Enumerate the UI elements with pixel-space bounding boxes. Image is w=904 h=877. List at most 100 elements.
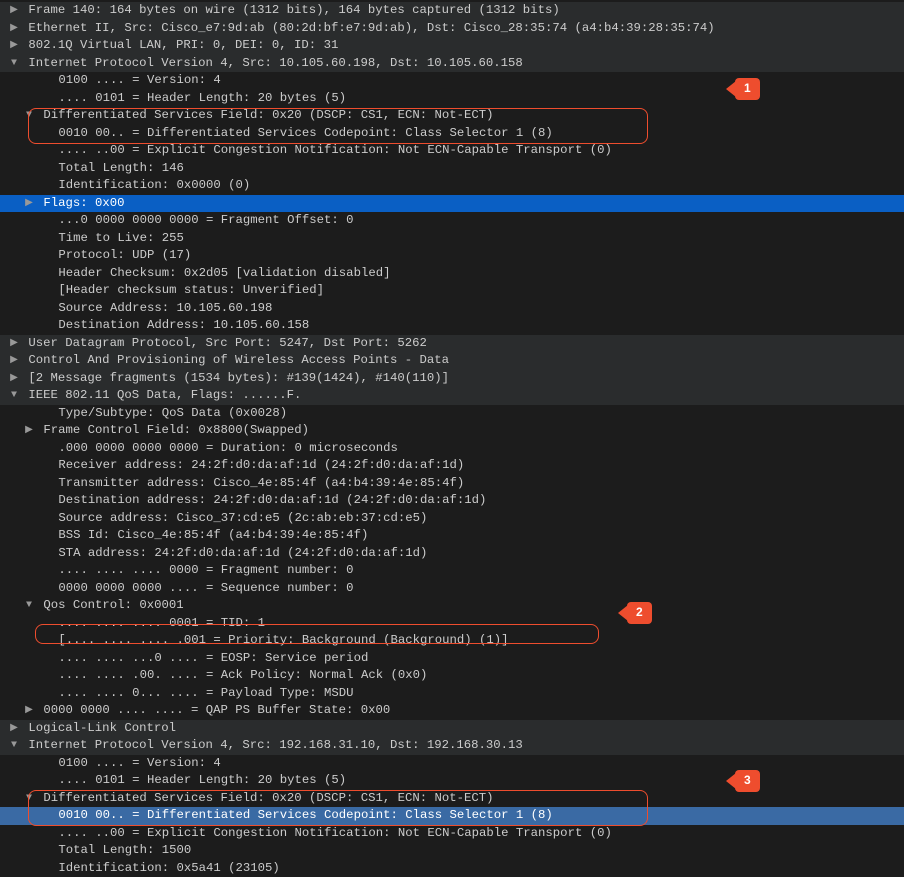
chevron-right-icon[interactable]: ▶ xyxy=(7,352,21,370)
tree-row[interactable]: ▼ IEEE 802.11 QoS Data, Flags: ......F. xyxy=(0,387,904,405)
chevron-right-icon[interactable]: ▶ xyxy=(7,37,21,55)
callout-3: 3 xyxy=(726,770,760,792)
tree-row-text: .... .... .00. .... = Ack Policy: Normal… xyxy=(58,668,427,682)
tree-row-text: .... ..00 = Explicit Congestion Notifica… xyxy=(58,143,611,157)
tree-row-text: Source Address: 10.105.60.198 xyxy=(58,301,272,315)
tree-row-text: 0010 00.. = Differentiated Services Code… xyxy=(58,126,552,140)
tree-row[interactable]: Transmitter address: Cisco_4e:85:4f (a4:… xyxy=(0,475,904,493)
tree-row[interactable]: Type/Subtype: QoS Data (0x0028) xyxy=(0,405,904,423)
tree-row[interactable]: Header Checksum: 0x2d05 [validation disa… xyxy=(0,265,904,283)
tree-row-text: ...0 0000 0000 0000 = Fragment Offset: 0 xyxy=(58,213,353,227)
tree-row[interactable]: BSS Id: Cisco_4e:85:4f (a4:b4:39:4e:85:4… xyxy=(0,527,904,545)
tree-row[interactable]: ▶ [2 Message fragments (1534 bytes): #13… xyxy=(0,370,904,388)
tree-row[interactable]: .... .... .... 0001 = TID: 1 xyxy=(0,615,904,633)
tree-row-text: Protocol: UDP (17) xyxy=(58,248,191,262)
tree-row[interactable]: ▶ Control And Provisioning of Wireless A… xyxy=(0,352,904,370)
tree-row[interactable]: ▶ 802.1Q Virtual LAN, PRI: 0, DEI: 0, ID… xyxy=(0,37,904,55)
tree-row[interactable]: .... 0101 = Header Length: 20 bytes (5) xyxy=(0,90,904,108)
chevron-right-icon[interactable]: ▶ xyxy=(7,720,21,738)
tree-row-text: STA address: 24:2f:d0:da:af:1d (24:2f:d0… xyxy=(58,546,427,560)
tree-row[interactable]: [Header checksum status: Unverified] xyxy=(0,282,904,300)
tree-row[interactable]: ▶ Ethernet II, Src: Cisco_e7:9d:ab (80:2… xyxy=(0,20,904,38)
tree-row-text: .... .... .... 0001 = TID: 1 xyxy=(58,616,265,630)
tree-row[interactable]: Receiver address: 24:2f:d0:da:af:1d (24:… xyxy=(0,457,904,475)
tree-row-text: Logical-Link Control xyxy=(28,721,176,735)
tree-row-text: Identification: 0x0000 (0) xyxy=(58,178,250,192)
chevron-down-icon[interactable]: ▼ xyxy=(22,597,36,615)
tree-row[interactable]: Destination Address: 10.105.60.158 xyxy=(0,317,904,335)
tree-row[interactable]: 0000 0000 0000 .... = Sequence number: 0 xyxy=(0,580,904,598)
tree-row[interactable]: Destination address: 24:2f:d0:da:af:1d (… xyxy=(0,492,904,510)
tree-row[interactable]: ▶ 0000 0000 .... .... = QAP PS Buffer St… xyxy=(0,702,904,720)
tree-row[interactable]: 0010 00.. = Differentiated Services Code… xyxy=(0,807,904,825)
tree-row[interactable]: .000 0000 0000 0000 = Duration: 0 micros… xyxy=(0,440,904,458)
tree-row[interactable]: Total Length: 146 xyxy=(0,160,904,178)
tree-row-text: Frame 140: 164 bytes on wire (1312 bits)… xyxy=(28,3,559,17)
tree-row[interactable]: ▶ Logical-Link Control xyxy=(0,720,904,738)
tree-row[interactable]: ▼ Differentiated Services Field: 0x20 (D… xyxy=(0,790,904,808)
tree-row-text: 0100 .... = Version: 4 xyxy=(58,73,220,87)
chevron-right-icon[interactable]: ▶ xyxy=(7,370,21,388)
tree-row[interactable]: .... 0101 = Header Length: 20 bytes (5) xyxy=(0,772,904,790)
tree-row[interactable]: ...0 0000 0000 0000 = Fragment Offset: 0 xyxy=(0,212,904,230)
tree-row[interactable]: Source address: Cisco_37:cd:e5 (2c:ab:eb… xyxy=(0,510,904,528)
chevron-right-icon[interactable]: ▶ xyxy=(22,422,36,440)
tree-row[interactable]: .... .... 0... .... = Payload Type: MSDU xyxy=(0,685,904,703)
tree-row[interactable]: ▶ Flags: 0x00 xyxy=(0,195,904,213)
tree-row[interactable]: .... .... .00. .... = Ack Policy: Normal… xyxy=(0,667,904,685)
tree-row[interactable]: STA address: 24:2f:d0:da:af:1d (24:2f:d0… xyxy=(0,545,904,563)
tree-row[interactable]: Total Length: 1500 xyxy=(0,842,904,860)
tree-row-text: Header Checksum: 0x2d05 [validation disa… xyxy=(58,266,390,280)
tree-row-text: 0000 0000 0000 .... = Sequence number: 0 xyxy=(58,581,353,595)
packet-details-pane[interactable]: 1 2 3 ▶ Frame 140: 164 bytes on wire (13… xyxy=(0,2,904,877)
tree-row[interactable]: ▼ Internet Protocol Version 4, Src: 10.1… xyxy=(0,55,904,73)
tree-row[interactable]: 0010 00.. = Differentiated Services Code… xyxy=(0,125,904,143)
tree-row[interactable]: ▶ Frame 140: 164 bytes on wire (1312 bit… xyxy=(0,2,904,20)
tree-row-text: 0000 0000 .... .... = QAP PS Buffer Stat… xyxy=(43,703,390,717)
chevron-down-icon[interactable]: ▼ xyxy=(22,107,36,125)
chevron-down-icon[interactable]: ▼ xyxy=(22,790,36,808)
tree-row-text: Type/Subtype: QoS Data (0x0028) xyxy=(58,406,287,420)
tree-row[interactable]: .... .... ...0 .... = EOSP: Service peri… xyxy=(0,650,904,668)
chevron-right-icon[interactable]: ▶ xyxy=(7,20,21,38)
tree-row[interactable]: ▼ Differentiated Services Field: 0x20 (D… xyxy=(0,107,904,125)
tree-row-text: .000 0000 0000 0000 = Duration: 0 micros… xyxy=(58,441,397,455)
tree-row-text: 0100 .... = Version: 4 xyxy=(58,756,220,770)
chevron-down-icon[interactable]: ▼ xyxy=(7,55,21,73)
tree-row[interactable]: Protocol: UDP (17) xyxy=(0,247,904,265)
tree-row[interactable]: Source Address: 10.105.60.198 xyxy=(0,300,904,318)
tree-row[interactable]: ▼ Internet Protocol Version 4, Src: 192.… xyxy=(0,737,904,755)
chevron-right-icon[interactable]: ▶ xyxy=(7,335,21,353)
tree-row-text: Internet Protocol Version 4, Src: 10.105… xyxy=(28,56,522,70)
tree-row[interactable]: ▼ Qos Control: 0x0001 xyxy=(0,597,904,615)
tree-row-text: Source address: Cisco_37:cd:e5 (2c:ab:eb… xyxy=(58,511,427,525)
tree-row[interactable]: Identification: 0x5a41 (23105) xyxy=(0,860,904,877)
chevron-down-icon[interactable]: ▼ xyxy=(7,737,21,755)
callout-2: 2 xyxy=(618,602,652,624)
tree-row[interactable]: ▶ Frame Control Field: 0x8800(Swapped) xyxy=(0,422,904,440)
tree-row[interactable]: 0100 .... = Version: 4 xyxy=(0,72,904,90)
tree-row-text: Ethernet II, Src: Cisco_e7:9d:ab (80:2d:… xyxy=(28,21,714,35)
chevron-right-icon[interactable]: ▶ xyxy=(7,2,21,20)
tree-row[interactable]: 0100 .... = Version: 4 xyxy=(0,755,904,773)
tree-row-text: .... 0101 = Header Length: 20 bytes (5) xyxy=(58,91,346,105)
tree-row[interactable]: .... ..00 = Explicit Congestion Notifica… xyxy=(0,142,904,160)
tree-row-text: User Datagram Protocol, Src Port: 5247, … xyxy=(28,336,426,350)
chevron-right-icon[interactable]: ▶ xyxy=(22,195,36,213)
tree-row[interactable]: Time to Live: 255 xyxy=(0,230,904,248)
tree-row[interactable]: ▶ User Datagram Protocol, Src Port: 5247… xyxy=(0,335,904,353)
tree-row-text: Destination Address: 10.105.60.158 xyxy=(58,318,309,332)
tree-row-text: [Header checksum status: Unverified] xyxy=(58,283,324,297)
tree-row-text: Total Length: 1500 xyxy=(58,843,191,857)
tree-row-text: Transmitter address: Cisco_4e:85:4f (a4:… xyxy=(58,476,464,490)
chevron-down-icon[interactable]: ▼ xyxy=(7,387,21,405)
tree-row-text: .... .... .... 0000 = Fragment number: 0 xyxy=(58,563,353,577)
tree-row-text: .... .... 0... .... = Payload Type: MSDU xyxy=(58,686,353,700)
chevron-right-icon[interactable]: ▶ xyxy=(22,702,36,720)
tree-row[interactable]: .... ..00 = Explicit Congestion Notifica… xyxy=(0,825,904,843)
tree-row[interactable]: .... .... .... 0000 = Fragment number: 0 xyxy=(0,562,904,580)
tree-row-text: .... .... ...0 .... = EOSP: Service peri… xyxy=(58,651,368,665)
tree-row[interactable]: [.... .... .... .001 = Priority: Backgro… xyxy=(0,632,904,650)
tree-row[interactable]: Identification: 0x0000 (0) xyxy=(0,177,904,195)
tree-row-text: BSS Id: Cisco_4e:85:4f (a4:b4:39:4e:85:4… xyxy=(58,528,368,542)
